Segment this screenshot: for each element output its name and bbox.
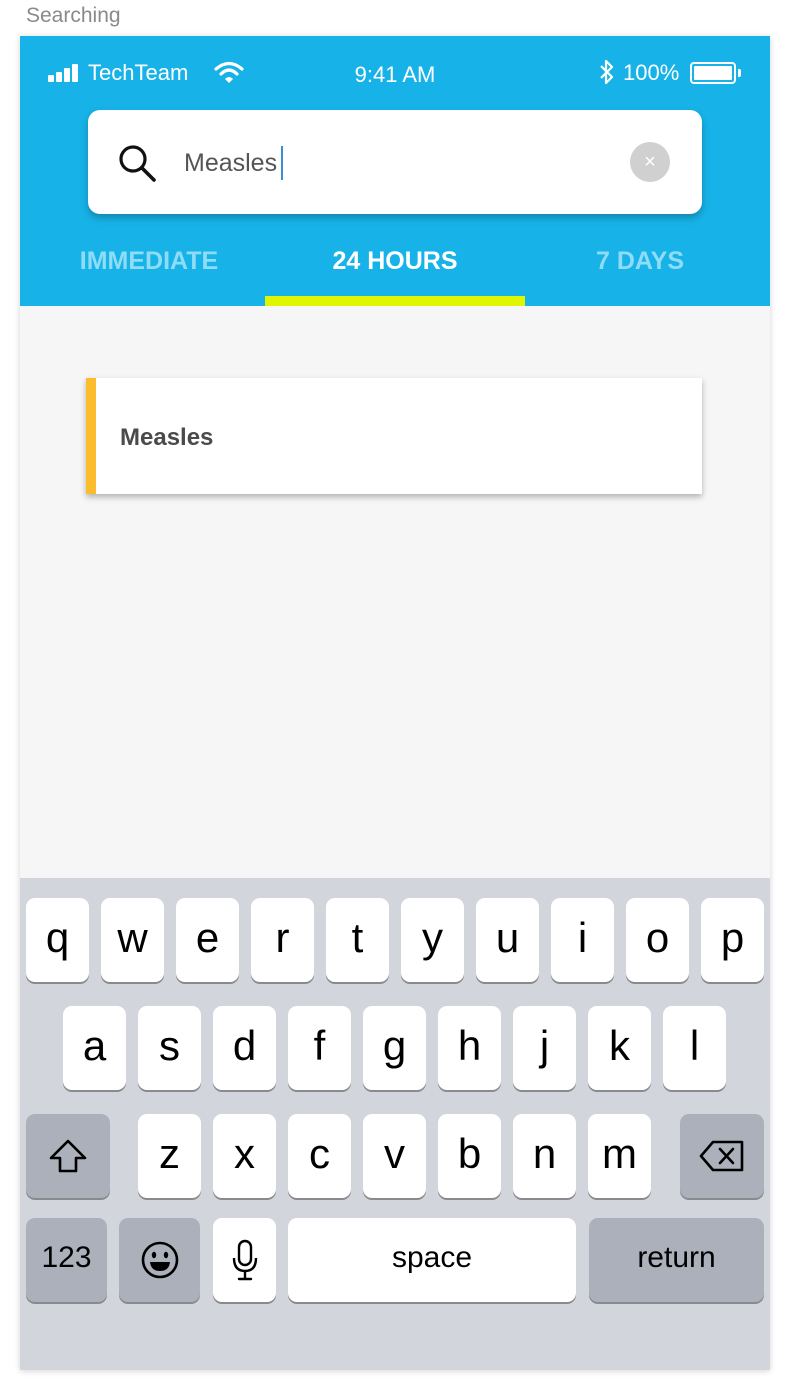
space-key[interactable]: space <box>288 1218 576 1302</box>
key-a[interactable]: a <box>63 1006 126 1090</box>
key-d[interactable]: d <box>213 1006 276 1090</box>
bluetooth-icon <box>598 58 616 92</box>
tab-immediate[interactable]: IMMEDIATE <box>20 246 278 286</box>
tab-7-days[interactable]: 7 DAYS <box>510 246 770 286</box>
key-t[interactable]: t <box>326 898 389 982</box>
search-input[interactable]: Measles <box>184 146 284 180</box>
microphone-icon <box>232 1239 257 1281</box>
key-x[interactable]: x <box>213 1114 276 1198</box>
key-j[interactable]: j <box>513 1006 576 1090</box>
key-y[interactable]: y <box>401 898 464 982</box>
tab-bar: IMMEDIATE 24 HOURS 7 DAYS <box>20 236 770 306</box>
key-q[interactable]: q <box>26 898 89 982</box>
key-g[interactable]: g <box>363 1006 426 1090</box>
key-c[interactable]: c <box>288 1114 351 1198</box>
key-f[interactable]: f <box>288 1006 351 1090</box>
key-w[interactable]: w <box>101 898 164 982</box>
return-key[interactable]: return <box>589 1218 764 1302</box>
active-tab-indicator <box>265 296 525 306</box>
result-label: Measles <box>120 424 214 451</box>
key-i[interactable]: i <box>551 898 614 982</box>
emoji-key[interactable] <box>119 1218 200 1302</box>
emoji-icon <box>141 1241 178 1279</box>
key-m[interactable]: m <box>588 1114 651 1198</box>
key-k[interactable]: k <box>588 1006 651 1090</box>
shift-key[interactable] <box>26 1114 110 1198</box>
battery-cap <box>738 69 741 77</box>
app-header: TechTeam 9:41 AM 100% Measles × IMMEDIAT… <box>20 36 770 306</box>
tab-24-hours[interactable]: 24 HOURS <box>265 246 525 286</box>
numbers-key[interactable]: 123 <box>26 1218 107 1302</box>
microphone-key[interactable] <box>213 1218 276 1302</box>
key-s[interactable]: s <box>138 1006 201 1090</box>
key-e[interactable]: e <box>176 898 239 982</box>
keyboard: q w e r t y u i o p a s d f g h j k l z … <box>20 878 770 1370</box>
key-l[interactable]: l <box>663 1006 726 1090</box>
phone-screen: TechTeam 9:41 AM 100% Measles × IMMEDIAT… <box>20 36 770 1370</box>
search-icon <box>116 142 158 184</box>
shift-icon <box>49 1139 87 1173</box>
battery-percent: 100% <box>623 60 680 85</box>
key-o[interactable]: o <box>626 898 689 982</box>
key-b[interactable]: b <box>438 1114 501 1198</box>
delete-key[interactable] <box>680 1114 764 1198</box>
key-n[interactable]: n <box>513 1114 576 1198</box>
key-u[interactable]: u <box>476 898 539 982</box>
key-h[interactable]: h <box>438 1006 501 1090</box>
frame-title: Searching <box>26 4 121 27</box>
key-v[interactable]: v <box>363 1114 426 1198</box>
status-bar: TechTeam 9:41 AM 100% <box>20 36 770 106</box>
text-caret <box>281 146 284 180</box>
battery-icon <box>690 62 736 84</box>
search-input-value: Measles <box>184 149 278 177</box>
key-z[interactable]: z <box>138 1114 201 1198</box>
search-bar[interactable]: Measles × <box>88 110 702 214</box>
clear-search-button[interactable]: × <box>630 142 670 182</box>
key-p[interactable]: p <box>701 898 764 982</box>
result-accent-bar <box>86 378 96 494</box>
result-item[interactable]: Measles <box>86 378 702 494</box>
key-r[interactable]: r <box>251 898 314 982</box>
backspace-icon <box>699 1140 744 1172</box>
